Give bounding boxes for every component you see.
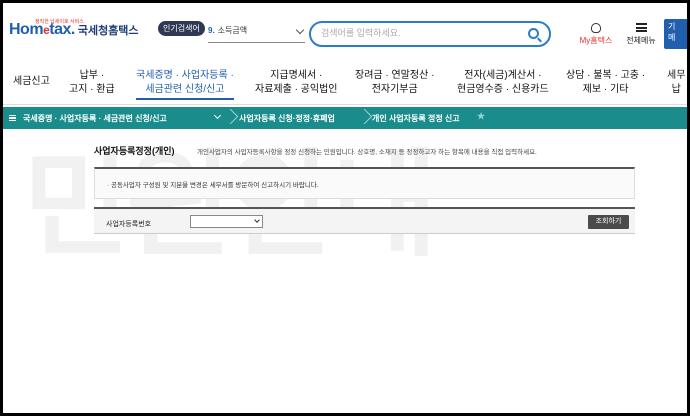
gnb-consultation[interactable]: 상담 · 불복 · 고충 · 제보 · 기타 xyxy=(566,69,645,97)
popular-term: 소득금액 xyxy=(217,26,248,35)
search-box xyxy=(309,21,551,47)
popular-search-select[interactable]: 9. 소득금액 xyxy=(208,25,305,43)
hometax-page: 정직한 납세이호 서비스 Hometax. 국세청홈택스 인기검색어 9. 소득금액… xyxy=(3,3,687,413)
business-number-label: 사업자등록번호 xyxy=(106,221,152,228)
page-title: 사업자등록정정(개인) xyxy=(94,146,175,156)
chevron-down-icon[interactable] xyxy=(213,111,222,120)
breadcrumb: 국세증명 · 사업자등록 · 세금관련 신청/신고 사업자등록 신청·정정·휴폐… xyxy=(3,107,687,129)
search-button[interactable]: 조회하기 xyxy=(588,215,629,229)
watermark: 민원안내 xyxy=(23,141,438,269)
menu-icon[interactable] xyxy=(9,115,16,121)
star-icon[interactable]: ★ xyxy=(477,111,485,122)
logo-tagline: 정직한 납세이호 서비스 xyxy=(35,19,84,25)
popular-rank: 9. xyxy=(208,26,215,35)
header: 정직한 납세이호 서비스 Hometax. 국세청홈택스 인기검색어 9. 소득금액… xyxy=(3,3,687,63)
gnb-tax-agent[interactable]: 세무 납 xyxy=(667,69,685,97)
gnb-tax-filing[interactable]: 세금신고 xyxy=(13,75,50,89)
breadcrumb-item-certificates[interactable]: 국세증명 · 사업자등록 · 세금관련 신청/신고 xyxy=(23,113,167,124)
main-navigation: 세금신고 납부 · 고지 · 환급 국세증명 · 사업자등록 · 세금관련 신청/신… xyxy=(3,65,687,105)
side-blue-button[interactable]: 기 메 xyxy=(664,19,687,49)
business-number-select[interactable] xyxy=(190,215,263,228)
my-hometax-label: My홈택스 xyxy=(579,36,613,45)
logo-korean-name: 국세청홈택스 xyxy=(77,25,139,37)
chevron-down-icon xyxy=(254,217,260,223)
gnb-e-invoice[interactable]: 전자(세금)계산서 · 현금영수증 · 신용카드 xyxy=(457,69,549,97)
breadcrumb-item-registration[interactable]: 사업자등록 신청·정정·휴폐업 xyxy=(239,113,335,124)
hamburger-icon xyxy=(635,23,647,32)
all-menu-button[interactable]: 전체메뉴 xyxy=(623,23,659,46)
popular-search-badge: 인기검색어 xyxy=(158,21,205,36)
chevron-down-icon xyxy=(295,25,305,35)
gnb-certificates[interactable]: 국세증명 · 사업자등록 · 세금관련 신청/신고 xyxy=(136,69,234,100)
breadcrumb-separator xyxy=(225,107,237,129)
page-description: 개인사업자의 사업자등록사항을 정정 신청하는 민원입니다. 상호명, 소재지 … xyxy=(197,149,537,156)
breadcrumb-separator xyxy=(359,107,371,129)
gnb-payment-statements[interactable]: 지급명세서 · 자료제출 · 공익법인 xyxy=(255,69,338,97)
gnb-payment[interactable]: 납부 · 고지 · 환급 xyxy=(69,69,115,97)
all-menu-label: 전체메뉴 xyxy=(626,36,656,45)
gnb-incentives[interactable]: 장려금 · 연말정산 · 전자기부금 xyxy=(355,69,434,97)
notice-text: · 공동사업자 구성원 및 지분율 변경은 세무서를 방문하여 신고하시기 바랍… xyxy=(107,182,319,189)
my-hometax-button[interactable]: My홈택스 xyxy=(575,23,617,46)
person-icon xyxy=(591,23,601,33)
breadcrumb-item-current: 개인 사업자등록 정정 신고 xyxy=(372,114,460,123)
search-input[interactable] xyxy=(321,28,521,38)
search-icon[interactable] xyxy=(528,28,539,39)
notice-box: · 공동사업자 구성원 및 지분율 변경은 세무서를 방문하여 신고하시기 바랍… xyxy=(94,167,635,199)
hometax-logo[interactable]: 정직한 납세이호 서비스 Hometax. 국세청홈택스 xyxy=(9,19,139,39)
search-form-row: 사업자등록번호 조회하기 xyxy=(94,207,635,234)
